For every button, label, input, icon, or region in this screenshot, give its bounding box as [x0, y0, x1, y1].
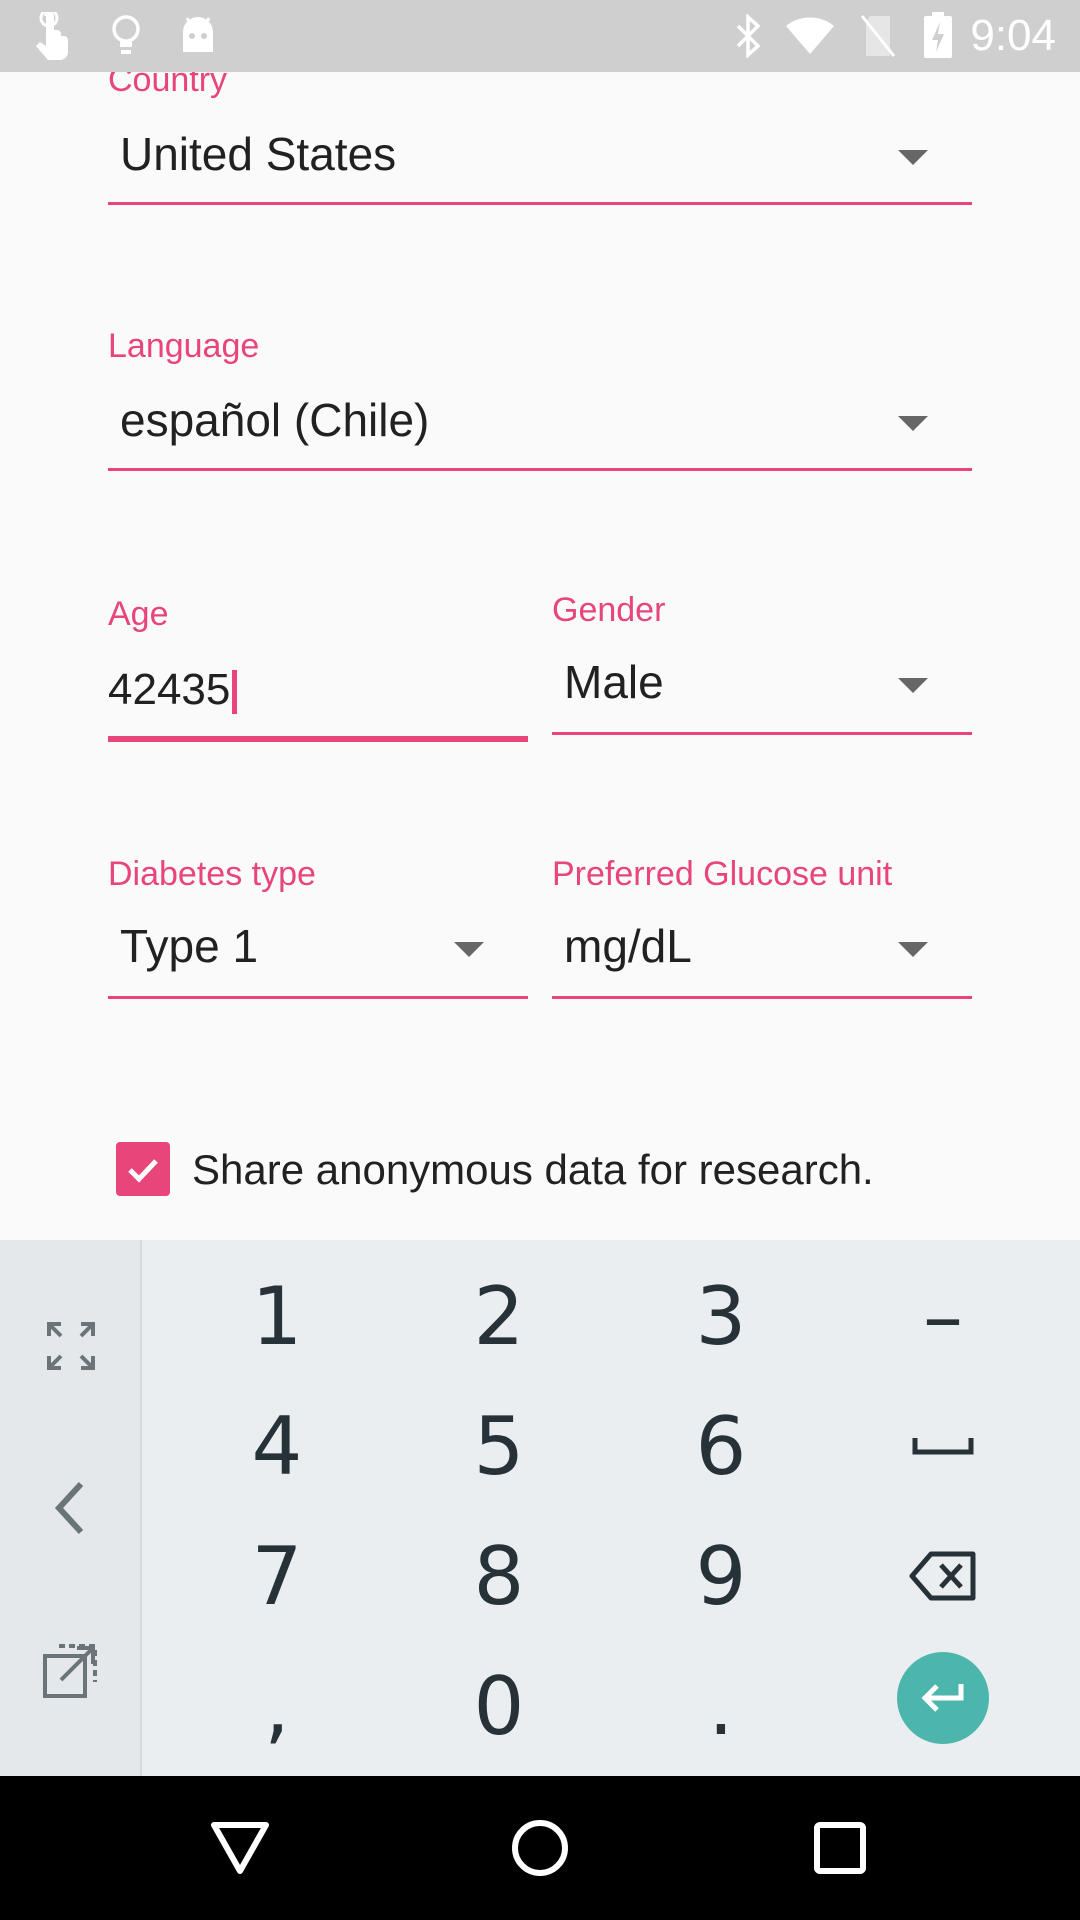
- chevron-down-icon: [898, 150, 928, 165]
- key-9[interactable]: 9: [610, 1512, 832, 1640]
- wifi-icon: [784, 12, 836, 60]
- lightbulb-icon: [108, 12, 144, 60]
- space-bar-icon: [912, 1438, 974, 1455]
- navigation-bar: [0, 1776, 1080, 1920]
- android-icon: [178, 12, 218, 60]
- chevron-down-icon: [454, 942, 484, 957]
- key-6[interactable]: 6: [610, 1382, 832, 1510]
- floating-keyboard-icon[interactable]: [0, 1610, 142, 1730]
- age-value: 42435: [108, 665, 231, 714]
- no-sim-icon: [856, 12, 900, 60]
- gender-label: Gender: [552, 591, 666, 629]
- profile-form: Country United States Language español (…: [0, 72, 1080, 1240]
- country-underline: [108, 202, 972, 205]
- checkmark-icon: [128, 1159, 158, 1183]
- age-label: Age: [108, 595, 169, 633]
- diabetes-type-value: Type 1: [120, 920, 259, 972]
- age-input[interactable]: 42435: [108, 650, 528, 742]
- gender-value: Male: [564, 656, 664, 708]
- battery-charging-icon: [918, 12, 958, 60]
- diabetes-type-dropdown[interactable]: Type 1: [108, 912, 528, 1000]
- age-underline: [108, 736, 528, 742]
- key-minus[interactable]: –: [832, 1252, 1054, 1380]
- key-3[interactable]: 3: [610, 1252, 832, 1380]
- back-icon[interactable]: [204, 1812, 276, 1884]
- key-0[interactable]: 0: [388, 1642, 610, 1770]
- enter-button[interactable]: [897, 1652, 989, 1744]
- chevron-down-icon: [898, 942, 928, 957]
- key-5[interactable]: 5: [388, 1382, 610, 1510]
- expand-icon[interactable]: [0, 1286, 142, 1406]
- key-1[interactable]: 1: [166, 1252, 388, 1380]
- country-value: United States: [120, 128, 397, 180]
- language-label: Language: [108, 327, 260, 365]
- key-4[interactable]: 4: [166, 1382, 388, 1510]
- enter-key[interactable]: [832, 1634, 1054, 1762]
- backspace-icon: [909, 1551, 976, 1601]
- language-value: español (Chile): [120, 394, 430, 446]
- gender-dropdown[interactable]: Male: [552, 648, 972, 736]
- glucose-unit-dropdown[interactable]: mg/dL: [552, 912, 972, 1000]
- glucose-unit-value: mg/dL: [564, 920, 692, 972]
- share-data-row[interactable]: Share anonymous data for research.: [108, 1132, 968, 1212]
- chevron-down-icon: [898, 678, 928, 693]
- share-data-label: Share anonymous data for research.: [192, 1146, 874, 1193]
- back-chevron-icon[interactable]: [0, 1448, 142, 1568]
- text-cursor: [232, 670, 237, 714]
- share-data-checkbox[interactable]: [116, 1142, 170, 1196]
- glucose-unit-label: Preferred Glucose unit: [552, 855, 893, 893]
- touch-icon: [28, 12, 76, 60]
- key-8[interactable]: 8: [388, 1512, 610, 1640]
- language-underline: [108, 468, 972, 471]
- bluetooth-icon: [730, 12, 766, 60]
- gender-underline: [552, 732, 972, 735]
- key-comma[interactable]: ,: [166, 1642, 388, 1770]
- backspace-key[interactable]: [832, 1512, 1054, 1640]
- key-7[interactable]: 7: [166, 1512, 388, 1640]
- key-period[interactable]: .: [610, 1642, 832, 1770]
- keyboard-side-panel: [0, 1240, 142, 1776]
- key-2[interactable]: 2: [388, 1252, 610, 1380]
- chevron-down-icon: [898, 416, 928, 431]
- glucose-unit-underline: [552, 996, 972, 999]
- recents-icon[interactable]: [804, 1812, 876, 1884]
- enter-icon: [921, 1684, 964, 1712]
- status-time: 9:04: [970, 11, 1056, 60]
- diabetes-type-label: Diabetes type: [108, 855, 316, 893]
- space-key[interactable]: [832, 1382, 1054, 1510]
- diabetes-type-underline: [108, 996, 528, 999]
- country-label: Country: [108, 72, 228, 99]
- status-bar: 9:04: [0, 0, 1080, 72]
- home-icon[interactable]: [504, 1812, 576, 1884]
- country-dropdown[interactable]: United States: [108, 118, 972, 206]
- numeric-keyboard: 1 2 3 – 4 5 6 7 8 9 , 0 .: [0, 1240, 1080, 1776]
- language-dropdown[interactable]: español (Chile): [108, 384, 972, 472]
